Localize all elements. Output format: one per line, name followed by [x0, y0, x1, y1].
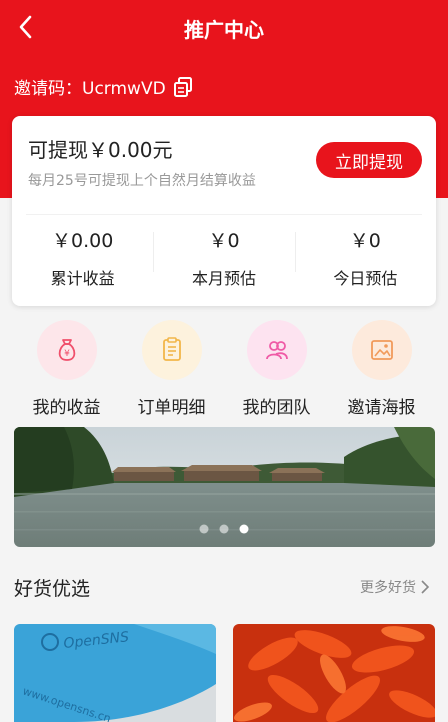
- menu-label: 我的团队: [242, 398, 311, 418]
- page-title: 推广中心: [184, 18, 264, 42]
- product-card[interactable]: OpenSNS www.opensns.cn: [14, 624, 216, 722]
- invite-code-text: 邀请码：UcrmwVD: [14, 79, 166, 99]
- menu-invite-poster[interactable]: 邀请海报: [329, 320, 434, 418]
- menu-order-details[interactable]: 订单明细: [119, 320, 224, 418]
- carousel-dot[interactable]: [199, 524, 209, 534]
- stat-value: ￥0.00: [52, 230, 114, 252]
- nav-bar: 推广中心: [0, 0, 448, 56]
- copy-icon[interactable]: [172, 76, 194, 98]
- stat-value: ￥0: [208, 230, 240, 252]
- menu-my-team[interactable]: 我的团队: [224, 320, 329, 418]
- earnings-card: 可提现￥0.00元 每月25号可提现上个自然月结算收益 立即提现 ￥0.00 累…: [12, 116, 436, 306]
- chevron-right-icon: [421, 580, 430, 594]
- stat-label: 今日预估: [333, 269, 398, 288]
- menu-label: 我的收益: [32, 398, 101, 418]
- menu-label: 邀请海报: [347, 398, 416, 418]
- withdraw-note: 每月25号可提现上个自然月结算收益: [28, 173, 256, 189]
- stat-month: ￥0 本月预估: [153, 220, 294, 300]
- more-goods-label: 更多好货: [360, 580, 416, 596]
- withdrawable-amount: 可提现￥0.00元: [28, 138, 173, 162]
- product-image: OpenSNS www.opensns.cn: [14, 624, 216, 722]
- banner-image: [14, 427, 435, 547]
- stat-today: ￥0 今日预估: [294, 220, 436, 300]
- menu-my-earnings[interactable]: ¥ 我的收益: [14, 320, 119, 418]
- team-icon: [246, 320, 307, 380]
- withdraw-button[interactable]: 立即提现: [316, 142, 422, 178]
- stat-total: ￥0.00 累计收益: [12, 220, 153, 300]
- stat-value: ￥0: [349, 230, 381, 252]
- more-goods-link[interactable]: 更多好货: [360, 577, 430, 597]
- function-grid: ¥ 我的收益 订单明细 我的团队 邀请海报: [0, 320, 448, 418]
- svg-text:¥: ¥: [64, 349, 70, 359]
- stats-row: ￥0.00 累计收益 ￥0 本月预估 ￥0 今日预估: [12, 220, 436, 300]
- money-bag-icon: ¥: [36, 320, 97, 380]
- menu-label: 订单明细: [137, 398, 206, 418]
- carousel-dot-active[interactable]: [239, 524, 249, 534]
- product-image: [233, 624, 435, 722]
- divider: [26, 214, 422, 215]
- banner-carousel[interactable]: [14, 427, 435, 547]
- stat-label: 累计收益: [50, 269, 115, 288]
- stat-label: 本月预估: [191, 269, 256, 288]
- invite-code: 邀请码：UcrmwVD: [14, 74, 194, 99]
- poster-icon: [351, 320, 412, 380]
- carousel-dot[interactable]: [219, 524, 229, 534]
- order-list-icon: [141, 320, 202, 380]
- product-card[interactable]: [233, 624, 435, 722]
- section-title: 好货优选: [14, 578, 91, 600]
